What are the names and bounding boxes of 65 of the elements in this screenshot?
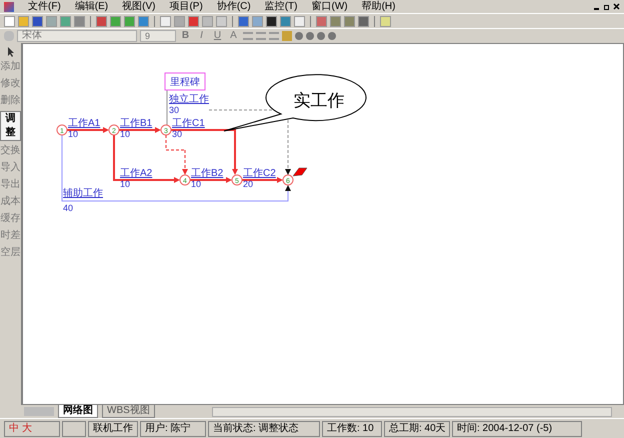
status-text: 当前状态: 调整状态 [208,420,320,436]
task-duration: 10 [120,129,130,139]
task-name: 工作B2 [191,168,224,179]
menu-item[interactable]: 编辑(E) [74,0,108,12]
size-dropdown[interactable]: 9 [140,30,176,42]
view-tab[interactable]: WBS视图 [102,405,155,418]
tool-button[interactable]: 空层 [0,246,21,260]
pointer-icon[interactable] [6,47,14,57]
milestone-box [164,72,206,90]
task-duration: 10 [191,179,202,189]
format-button[interactable]: A [227,30,240,42]
tool-button[interactable]: 添加 [0,60,21,74]
status-text: 总工期: 40天 [384,420,450,436]
tool-button[interactable]: 时差 [0,229,21,243]
task-name: 辅助工作 [63,188,103,199]
task-name: 工作C2 [243,168,276,179]
task-duration: 20 [243,179,254,189]
menu-item[interactable]: 项目(P) [169,0,203,12]
status-text: 联机工作 [88,420,138,436]
status-text: 工作数: 10 [322,420,382,436]
tool-button[interactable]: 缓存 [0,212,21,226]
task-name: 独立工作 [169,94,209,105]
restore-icon[interactable] [603,3,610,10]
tool-button[interactable]: 导出 [0,178,21,192]
milestone-label: 里程碑 [170,77,200,88]
menu-item[interactable]: 窗口(W) [311,0,348,12]
task-name: 工作B1 [120,118,152,129]
toolbar-icon[interactable] [32,16,43,26]
menu-item[interactable]: 视图(V) [122,0,156,12]
app-icon [4,2,14,12]
task-duration: 10 [68,129,78,139]
status-text: 用户: 陈宁 [140,420,206,436]
task-duration: 10 [120,179,130,189]
close-icon[interactable] [613,3,620,10]
format-button[interactable]: U [211,30,224,42]
format-button[interactable]: B [179,30,192,42]
tool-button[interactable]: 调整 [0,111,21,141]
menu-item[interactable]: 协作(C) [216,0,251,12]
task-name: 工作C1 [172,118,205,129]
tool-button[interactable]: 成本 [0,195,21,209]
menu-item[interactable]: 文件(F) [28,0,61,12]
task-duration: 30 [172,129,182,139]
flag-icon [292,168,308,176]
tool-button[interactable]: 修改 [0,77,21,91]
ime-label[interactable]: 中 [9,421,19,436]
menu-item[interactable]: 监控(T) [264,0,298,12]
callout-text: 实工作 [294,91,344,111]
task-duration: 40 [63,203,74,213]
style-icon[interactable] [4,31,14,41]
menu-item[interactable]: 帮助(H) [362,0,396,12]
tool-button[interactable]: 交换 [0,144,21,158]
view-tab[interactable]: 网络图 [58,405,98,418]
horizontal-scrollbar[interactable] [212,406,612,416]
tool-button[interactable]: 删除 [0,94,21,108]
tool-button[interactable]: 导入 [0,161,21,175]
task-name: 工作A1 [68,118,100,129]
format-button[interactable]: I [195,30,208,42]
font-dropdown[interactable]: 宋体 [17,30,137,42]
toolbar-icon[interactable] [266,16,277,26]
connector-line [166,90,168,126]
task-duration: 30 [169,105,180,115]
task-name: 工作A2 [120,168,152,179]
status-panel [62,420,86,436]
ime-label[interactable]: 大 [22,421,32,436]
status-text: 时间: 2004-12-07 (-5) [452,420,582,436]
